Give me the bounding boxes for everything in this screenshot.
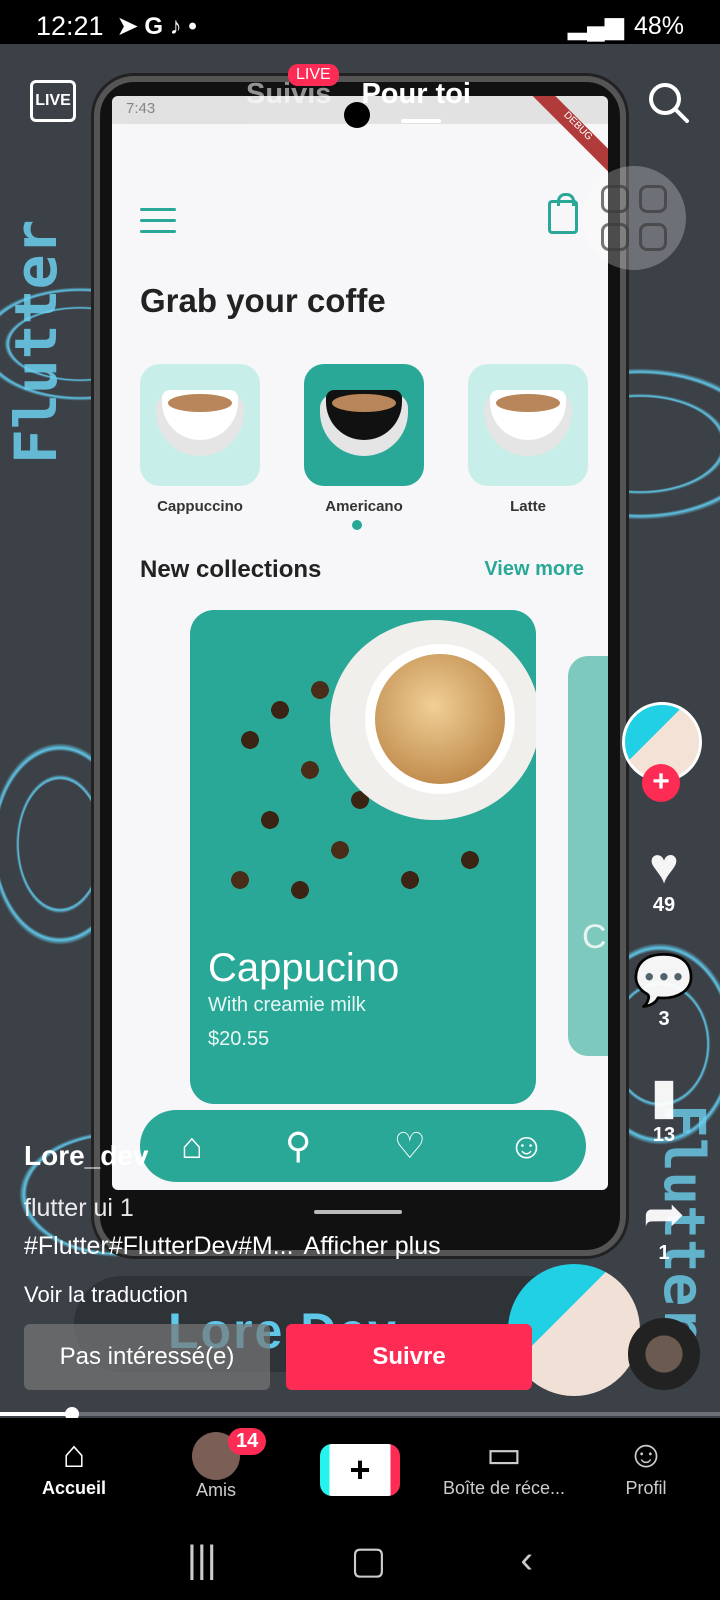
post-hashtags: #Flutter#FlutterDev#M... Afficher plus [24, 1232, 441, 1261]
notification-icons: ➤ G ♪ • [117, 12, 197, 40]
comment-count: 3 [658, 1008, 670, 1030]
nav-home[interactable]: ⌂ Accueil [4, 1432, 144, 1499]
inbox-icon: ▭ [486, 1434, 522, 1476]
friends-badge: 14 [228, 1428, 267, 1455]
product-price: $20.55 [208, 1028, 270, 1050]
next-product-initial: C [582, 918, 607, 956]
phone-mockup: 7:43 DEBUG Grab your coffe Cappuccino Am… [94, 76, 626, 1256]
create-button[interactable]: + [320, 1444, 400, 1496]
coffee-cup-image [304, 364, 424, 486]
not-interested-button[interactable]: Pas intéressé(e) [24, 1324, 270, 1390]
home-icon: ⌂ [181, 1125, 203, 1166]
recent-apps-icon[interactable]: ||| [187, 1539, 217, 1582]
feed-tabs: Suivis LIVE Pour toi [246, 64, 471, 123]
save-count: 13 [652, 1124, 676, 1146]
nav-home-label: Accueil [41, 1478, 107, 1498]
comment-button[interactable]: 💬 3 [624, 952, 704, 1031]
nav-friends-label: Amis [196, 1480, 236, 1500]
tab-following[interactable]: Suivis LIVE [246, 64, 339, 111]
app-bottom-nav: ⌂ ⚲ ♡ ☺ [140, 1110, 586, 1182]
share-button[interactable]: ➦ 1 [624, 1186, 704, 1265]
show-more-link[interactable]: Afficher plus [304, 1232, 441, 1260]
nav-friends[interactable]: 14 Amis [146, 1428, 286, 1501]
category-label: Cappuccino [157, 498, 243, 515]
tab-for-you[interactable]: Pour toi [361, 78, 471, 123]
status-right: ▂▄▆ 48% [568, 11, 684, 41]
category-latte: Latte [468, 364, 588, 515]
plus-icon: + [349, 1449, 371, 1490]
category-label: Latte [510, 498, 546, 515]
like-button[interactable]: ♥ 49 [624, 838, 704, 917]
nav-inbox[interactable]: ▭ Boîte de réce... [434, 1432, 574, 1499]
search-icon[interactable] [646, 80, 690, 124]
like-count: 49 [652, 894, 676, 916]
hashtags[interactable]: #Flutter#FlutterDev#M... [24, 1232, 294, 1260]
nav-profile-label: Profil [625, 1478, 667, 1498]
follow-button[interactable]: Suivre [286, 1324, 532, 1390]
view-more-link: View more [484, 558, 584, 580]
home-button-icon[interactable]: ▢ [351, 1538, 387, 1583]
nav-profile[interactable]: ☺ Profil [576, 1432, 716, 1499]
nav-inbox-label: Boîte de réce... [442, 1478, 566, 1498]
live-badge: LIVE [288, 64, 339, 86]
menu-icon [140, 208, 176, 236]
flutter-watermark: Flutter [2, 219, 70, 464]
system-nav-bar: ||| ▢ ‹ [0, 1520, 720, 1600]
product-card: Cappucino With creamie milk $20.55 [190, 610, 536, 1104]
status-time: 12:21 [36, 10, 104, 41]
floating-apps-icon[interactable] [582, 166, 686, 270]
share-count: 1 [658, 1242, 670, 1264]
category-label: Americano [325, 498, 403, 515]
music-disc-icon[interactable] [628, 1318, 700, 1390]
profile-icon: ☺ [626, 1434, 666, 1476]
signal-icon: ▂▄▆ [567, 12, 624, 40]
share-icon: ➦ [643, 1186, 685, 1242]
product-title: Cappucino [208, 946, 400, 990]
shopping-bag-icon [548, 193, 578, 234]
selected-indicator [352, 520, 362, 530]
see-translation-link[interactable]: Voir la traduction [24, 1282, 188, 1308]
app-title: Grab your coffe [140, 282, 386, 319]
video-progress-bar[interactable] [0, 1407, 720, 1421]
follow-plus-icon[interactable]: + [642, 764, 680, 802]
section-title: New collections [140, 556, 322, 583]
coffee-cup-image [468, 364, 588, 486]
user-icon: ☺ [508, 1125, 545, 1166]
author-name[interactable]: Lore_dev [24, 1140, 149, 1172]
coffee-cup-image [365, 644, 515, 794]
bookmark-icon: ▮ [650, 1068, 678, 1124]
heart-icon: ♥ [649, 838, 679, 894]
category-americano: Americano [304, 364, 424, 515]
back-icon[interactable]: ‹ [520, 1539, 533, 1582]
progress-fill [0, 1412, 72, 1416]
phone-screen: 7:43 DEBUG Grab your coffe Cappuccino Am… [112, 96, 608, 1190]
battery-level: 48% [633, 11, 684, 40]
next-product-card: C [568, 656, 608, 1056]
bottom-nav: ⌂ Accueil 14 Amis + ▭ Boîte de réce... ☺… [0, 1418, 720, 1520]
search-icon: ⚲ [285, 1125, 312, 1166]
product-subtitle: With creamie milk [208, 994, 366, 1016]
comment-icon: 💬 [632, 952, 696, 1008]
save-button[interactable]: ▮ 13 [624, 1068, 704, 1147]
coffee-cup-image [140, 364, 260, 486]
live-button[interactable]: LIVE [30, 80, 76, 122]
phone-home-indicator [314, 1210, 402, 1214]
category-cappuccino: Cappuccino [140, 364, 260, 515]
home-icon: ⌂ [62, 1434, 86, 1476]
post-description: flutter ui 1 [24, 1194, 134, 1222]
heart-icon: ♡ [393, 1125, 426, 1166]
